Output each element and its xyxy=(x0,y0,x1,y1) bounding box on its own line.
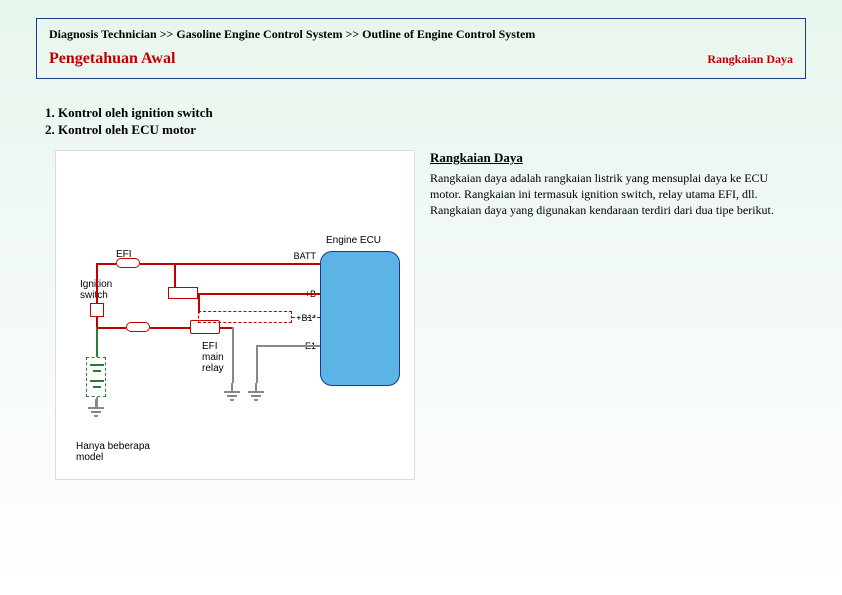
ignition-switch-icon xyxy=(90,303,104,317)
title-row: Pengetahuan Awal Rangkaian Daya xyxy=(49,50,793,68)
relay-contact-icon xyxy=(168,287,198,299)
ground-icon xyxy=(88,407,104,419)
diagram-note: Hanya beberapa model xyxy=(76,441,156,463)
ground-icon xyxy=(248,391,264,403)
page-subtitle: Rangkaian Daya xyxy=(707,52,793,67)
page-title: Pengetahuan Awal xyxy=(49,50,175,68)
desc-title: Rangkaian Daya xyxy=(430,150,800,166)
pin-b1: +B1* xyxy=(292,313,316,323)
breadcrumb: Diagnosis Technician >> Gasoline Engine … xyxy=(49,27,793,42)
ecu-box xyxy=(320,251,400,386)
relay-label: EFI main relay xyxy=(202,341,224,374)
ground-icon xyxy=(224,391,240,403)
battery-icon xyxy=(86,357,106,397)
fuse-icon xyxy=(116,258,140,268)
pin-batt: BATT xyxy=(292,251,316,261)
description: Rangkaian Daya Rangkaian daya adalah ran… xyxy=(430,150,800,219)
list-item: 2. Kontrol oleh ECU motor xyxy=(45,122,213,139)
header-box: Diagnosis Technician >> Gasoline Engine … xyxy=(36,18,806,79)
control-list: 1. Kontrol oleh ignition switch 2. Kontr… xyxy=(45,105,213,139)
ecu-title-label: Engine ECU xyxy=(326,235,381,246)
list-item: 1. Kontrol oleh ignition switch xyxy=(45,105,213,122)
fuse-icon xyxy=(126,322,150,332)
relay-contact-dashed-icon xyxy=(198,311,292,323)
desc-text: Rangkaian daya adalah rangkaian listrik … xyxy=(430,170,800,219)
circuit-diagram: Engine ECU BATT +B +B1* E1 EFI Ignition … xyxy=(55,150,415,480)
